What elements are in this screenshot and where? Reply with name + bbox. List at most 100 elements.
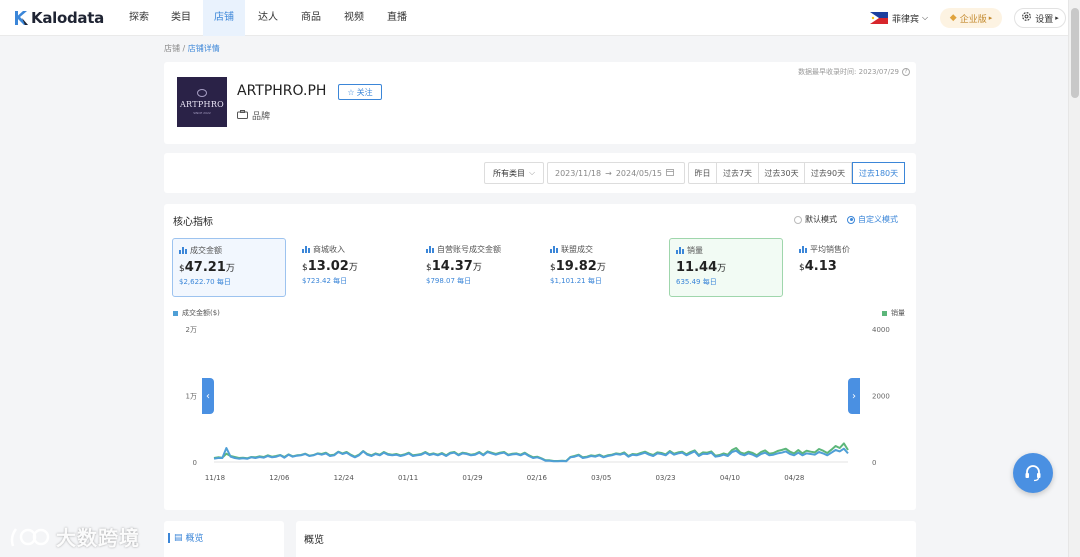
page-scrollbar[interactable] [1068,0,1080,557]
x-tick-label: 03/05 [591,474,611,482]
region-selector[interactable]: 菲律宾 ⌵ [870,8,928,28]
breadcrumb-current: 店铺详情 [187,44,220,53]
side-menu-overview-label: 概览 [185,534,204,544]
core-metrics-card: 核心指标 默认模式 自定义模式 成交金额 $47.21万 $2,622.70 每… [164,204,916,510]
brand-tag: 品牌 [237,109,270,122]
chart-prev-button[interactable]: ‹ [202,378,214,414]
category-select-value: 所有类目 [492,168,525,178]
calendar-icon [666,168,674,178]
breadcrumb-root[interactable]: 店铺 [164,44,180,53]
date-start: 2023/11/18 [555,168,602,178]
range-yesterday[interactable]: 昨日 [688,162,717,184]
nav-live[interactable]: 直播 [380,0,414,36]
metric-value: 4.13 [804,259,837,274]
trend-chart[interactable]: 0 1万 2万 0 2000 4000 11/18 12/06 12/24 01/11 01/29 0… [164,324,916,490]
metric-card-mall-revenue[interactable]: 商城收入 $13.02万 $723.42 每日 [296,238,410,297]
nav-product[interactable]: 商品 [294,0,328,36]
overview-title: 概览 [304,535,324,546]
metric-card-gmv[interactable]: 成交金额 $47.21万 $2,622.70 每日 [172,238,286,297]
metric-value: 13.02 [307,259,349,274]
nav-shop[interactable]: 店铺 [203,0,245,36]
enterprise-badge[interactable]: ◆ 企业版 ▸ [940,8,1002,28]
nav-category[interactable]: 类目 [164,0,198,36]
metric-value: 11.44 [676,260,718,275]
metric-daily: $723.42 每日 [302,277,348,285]
nav-creator[interactable]: 达人 [251,0,285,36]
x-tick-label: 02/16 [527,474,548,482]
date-range-picker[interactable]: 2023/11/18 → 2024/05/15 [547,162,685,184]
watermark-logo-icon [10,527,50,546]
briefcase-icon [237,109,248,122]
x-tick-label: 01/29 [462,474,482,482]
scrollbar-thumb[interactable] [1071,8,1079,98]
region-label: 菲律宾 [892,14,920,25]
x-tick-label: 12/06 [269,474,290,482]
legend-swatch-green [882,310,887,316]
metric-label: 成交金额 [190,246,222,255]
bar-chart-icon [676,247,684,254]
range-180d[interactable]: 过去180天 [852,162,905,184]
metric-value: 47.21 [184,260,226,275]
customer-support-button[interactable] [1013,453,1053,493]
x-tick-label: 03/23 [655,474,675,482]
store-header-card: ARTPHRO SINCE 2022 ARTPHRO.PH ☆ 关注 品牌 数据… [164,62,916,144]
metric-label: 平均销售价 [810,245,850,254]
nav-explore[interactable]: 探索 [122,0,156,36]
chevron-down-icon: ⌵ [528,168,536,177]
y-left-tick-label: 0 [193,459,197,467]
bar-chart-icon [426,246,434,253]
metric-card-self-account[interactable]: 自营账号成交金额 $14.37万 $798.07 每日 [420,238,550,297]
gear-icon [1021,11,1032,25]
radio-default[interactable] [794,215,802,224]
data-collection-time: 数据最早收录时间: 2023/07/29 ? [798,67,910,77]
category-select[interactable]: 所有类目 ⌵ [484,162,544,184]
kalodata-logo[interactable]: Kalodata [14,9,104,27]
legend-sales[interactable]: 销量 [882,308,905,318]
chart-next-button[interactable]: › [848,378,860,414]
chevron-down-icon: ⌵ [922,13,929,22]
data-time-text: 数据最早收录时间: 2023/07/29 [798,68,899,76]
follow-label: 关注 [356,87,373,97]
quick-range-group: 昨日 过去7天 过去30天 过去90天 过去180天 [688,162,905,184]
active-indicator [168,532,170,543]
settings-button[interactable]: 设置 ▸ [1014,8,1066,28]
metric-unit: 万 [596,263,606,273]
range-30d[interactable]: 过去30天 [759,162,805,184]
mode-default[interactable]: 默认模式 [794,214,837,225]
legend-sales-label: 销量 [891,309,905,317]
metric-daily: 635.49 每日 [676,278,717,286]
metric-label: 自营账号成交金额 [437,245,501,254]
help-icon[interactable]: ? [902,68,910,76]
x-tick-label: 01/11 [398,474,418,482]
settings-label: 设置 [1035,14,1054,25]
logo-ornament-icon [197,89,207,97]
top-navigation: Kalodata 探索 类目 店铺 达人 商品 视频 直播 菲律宾 ⌵ ◆ 企业… [0,0,1080,36]
x-tick-label: 12/24 [334,474,355,482]
breadcrumb: 店铺 / 店铺详情 [164,43,220,54]
legend-swatch-blue [173,310,178,316]
bar-chart-icon [550,246,558,253]
nav-video[interactable]: 视频 [337,0,371,36]
y-right-tick-label: 2000 [872,393,890,401]
breadcrumb-separator: / [182,44,186,53]
follow-button[interactable]: ☆ 关注 [338,84,382,100]
metric-card-sales-volume[interactable]: 销量 11.44万 635.49 每日 [669,238,783,297]
legend-gmv[interactable]: 成交金额($) [173,308,220,318]
metric-label: 商城收入 [313,245,345,254]
metric-daily: $2,622.70 每日 [179,278,231,286]
metric-label: 联盟成交 [561,245,593,254]
bar-chart-icon [302,246,310,253]
radio-custom[interactable] [847,215,855,224]
mode-custom[interactable]: 自定义模式 [847,214,898,225]
range-90d[interactable]: 过去90天 [805,162,852,184]
metric-daily: $798.07 每日 [426,277,472,285]
range-7d[interactable]: 过去7天 [717,162,759,184]
metric-daily: $1,101.21 每日 [550,277,602,285]
brand-name: Kalodata [31,9,104,27]
store-name: ARTPHRO.PH [237,83,327,99]
metric-card-affiliate[interactable]: 联盟成交 $19.82万 $1,101.21 每日 [544,238,658,297]
side-menu-overview[interactable]: ▤ 概览 [168,531,204,544]
x-tick-label: 11/18 [205,474,225,482]
legend-gmv-label: 成交金额($) [182,309,220,317]
metric-card-avg-price[interactable]: 平均销售价 $4.13 [793,238,907,297]
